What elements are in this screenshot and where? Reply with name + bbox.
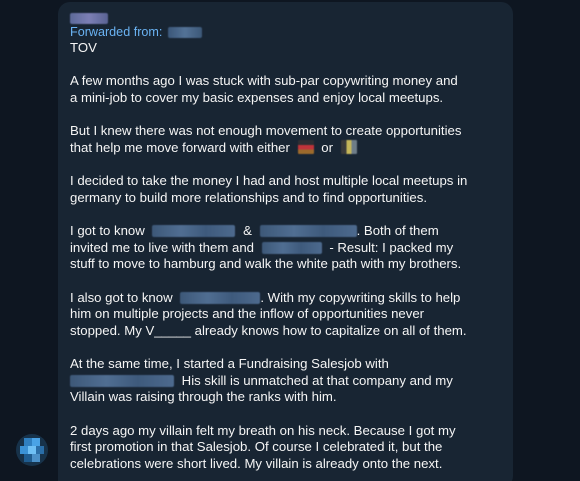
- text-line: stopped. My V_____ already knows how to …: [70, 322, 467, 338]
- text-line: invited me to live with them and - Resul…: [70, 240, 501, 257]
- text-line: celebrations were short lived. My villai…: [70, 455, 443, 471]
- avatar-pixel: [20, 446, 28, 454]
- redacted-mention[interactable]: [259, 225, 357, 238]
- text-line: Villain was raising through the ranks wi…: [70, 389, 337, 405]
- text-line: first promotion in that Salesjob. Of cou…: [70, 439, 443, 455]
- chat-view: Forwarded from: TOV A few months ago I w…: [0, 0, 580, 481]
- text-line: At the same time, I started a Fundraisin…: [70, 356, 389, 372]
- text-line: But I knew there was not enough movement…: [70, 122, 462, 138]
- text-line: germany to build more relationships and …: [70, 189, 428, 205]
- paragraph-5: I also got to know . With my copywriting…: [70, 290, 501, 340]
- text-line: stuff to move to hamburg and walk the wh…: [70, 256, 462, 272]
- redacted-mention[interactable]: [70, 375, 174, 388]
- text-fragment: &: [243, 222, 252, 238]
- sender-avatar[interactable]: [16, 434, 48, 466]
- redacted-mention[interactable]: [152, 225, 236, 238]
- text-line: I got to know & . Both of them: [70, 223, 501, 240]
- sender-name[interactable]: [70, 10, 501, 25]
- text-fragment: . Both of them: [356, 222, 439, 238]
- paragraph-1: A few months ago I was stuck with sub-pa…: [70, 73, 501, 106]
- text-fragment: invited me to live with them and: [70, 239, 254, 255]
- redacted-sender-name: [70, 13, 108, 25]
- text-line: I also got to know . With my copywriting…: [70, 290, 501, 307]
- text-fragment: I got to know: [70, 222, 145, 238]
- text-line: a mini-job to cover my basic expenses an…: [70, 89, 444, 105]
- avatar-pixel: [36, 446, 44, 454]
- text-line: A few months ago I was stuck with sub-pa…: [70, 73, 458, 88]
- forwarded-header[interactable]: Forwarded from:: [70, 24, 501, 40]
- text-fragment: - Result: I packed my: [329, 239, 454, 255]
- paragraph-7: 2 days ago my villain felt my breath on …: [70, 423, 501, 473]
- avatar-pixel: [32, 438, 40, 446]
- message-bubble[interactable]: Forwarded from: TOV A few months ago I w…: [58, 2, 513, 481]
- text-fragment: or: [321, 139, 333, 155]
- forwarded-label: Forwarded from:: [70, 25, 163, 39]
- text-fragment: His skill is unmatched at that company a…: [181, 372, 453, 388]
- redacted-forward-source: [167, 27, 202, 39]
- text-fragment: that help me move forward with either: [70, 139, 290, 155]
- text-line: him on multiple projects and the inflow …: [70, 306, 425, 322]
- paragraph-2: But I knew there was not enough movement…: [70, 123, 501, 156]
- redacted-mention[interactable]: [180, 292, 261, 305]
- paragraph-4: I got to know & . Both of them invited m…: [70, 223, 501, 273]
- germany-flag-icon: [297, 139, 314, 154]
- text-line: I decided to take the money I had and ho…: [70, 172, 468, 188]
- text-line: that help me move forward with either or: [70, 139, 501, 157]
- avatar-pixel: [24, 438, 32, 446]
- paragraph-6: At the same time, I started a Fundraisin…: [70, 356, 501, 406]
- text-line: 2 days ago my villain felt my breath on …: [70, 422, 456, 438]
- text-line: His skill is unmatched at that company a…: [70, 373, 501, 390]
- avatar-pixel: [24, 454, 32, 462]
- avatar-pixel: [28, 446, 36, 454]
- avatar-pixel: [32, 454, 40, 462]
- text-fragment: . With my copywriting skills to help: [260, 289, 461, 305]
- paragraph-3: I decided to take the money I had and ho…: [70, 173, 501, 206]
- belgium-flag-icon: [340, 139, 357, 154]
- text-fragment: I also got to know: [70, 289, 173, 305]
- message-title: TOV: [70, 40, 97, 55]
- redacted-mention[interactable]: [261, 242, 322, 255]
